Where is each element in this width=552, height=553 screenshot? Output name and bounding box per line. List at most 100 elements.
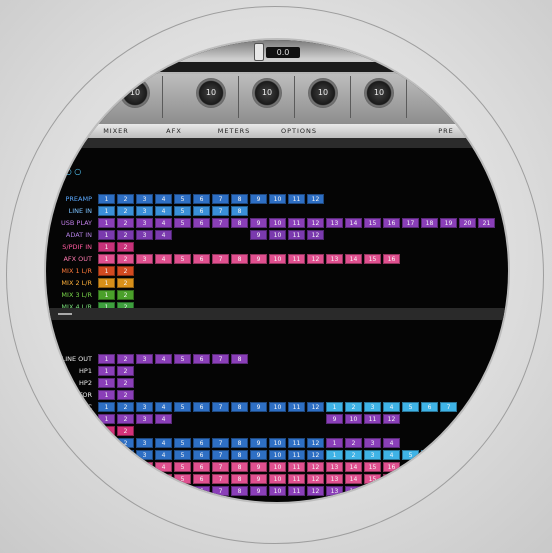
channel-cell[interactable]: 1 <box>98 218 115 228</box>
channel-cell[interactable]: 8 <box>231 486 248 496</box>
channel-cell[interactable]: 11 <box>288 194 305 204</box>
channel-cell[interactable]: 7 <box>212 474 229 484</box>
channel-cell[interactable]: 12 <box>307 230 324 240</box>
channel-cell[interactable]: 14 <box>345 218 362 228</box>
channel-cell[interactable]: 7 <box>212 402 229 412</box>
master-fader-handle[interactable] <box>254 43 264 61</box>
channel-cell[interactable]: 5 <box>174 486 191 496</box>
channel-cell[interactable]: 4 <box>155 486 172 496</box>
channel-cell[interactable]: 2 <box>117 206 134 216</box>
channel-cell[interactable]: 2 <box>117 242 134 252</box>
channel-cell[interactable]: 10 <box>345 414 362 424</box>
channel-cell[interactable]: 9 <box>250 486 267 496</box>
channel-cell[interactable]: 12 <box>307 486 324 496</box>
channel-cell[interactable]: 2 <box>117 450 134 460</box>
preamp-gain-knob[interactable]: 10 <box>252 78 282 108</box>
channel-cell[interactable]: 3 <box>136 474 153 484</box>
channel-cell[interactable]: 8 <box>231 194 248 204</box>
channel-cell[interactable]: 5 <box>174 254 191 264</box>
channel-cell[interactable]: 12 <box>307 194 324 204</box>
channel-cell[interactable]: 6 <box>421 450 438 460</box>
channel-cell[interactable]: 4 <box>155 462 172 472</box>
channel-cell[interactable]: 14 <box>345 486 362 496</box>
channel-cell[interactable]: 2 <box>117 486 134 496</box>
channel-cell[interactable]: 9 <box>250 402 267 412</box>
channel-cell[interactable]: 14 <box>345 474 362 484</box>
channel-cell[interactable]: 5 <box>402 402 419 412</box>
channel-cell[interactable]: 4 <box>155 218 172 228</box>
channel-cell[interactable]: 12 <box>307 462 324 472</box>
channel-cell[interactable]: 6 <box>421 402 438 412</box>
channel-cell[interactable]: 13 <box>326 218 343 228</box>
channel-cell[interactable]: 12 <box>307 218 324 228</box>
channel-cell[interactable]: 11 <box>364 414 381 424</box>
channel-cell[interactable]: 6 <box>193 486 210 496</box>
channel-cell[interactable]: 2 <box>117 390 134 400</box>
channel-cell[interactable]: 1 <box>98 390 115 400</box>
channel-cell[interactable]: 11 <box>288 486 305 496</box>
channel-cell[interactable]: 3 <box>136 218 153 228</box>
channel-cell[interactable]: 3 <box>136 230 153 240</box>
channel-cell[interactable]: 3 <box>136 206 153 216</box>
channel-cell[interactable]: 7 <box>212 254 229 264</box>
channel-cell[interactable]: 12 <box>307 450 324 460</box>
preamp-gain-knob[interactable]: 10 <box>364 78 394 108</box>
channel-cell[interactable]: 1 <box>98 366 115 376</box>
channel-cell[interactable]: 7 <box>440 402 457 412</box>
channel-cell[interactable]: 5 <box>174 450 191 460</box>
channel-cell[interactable]: 1 <box>98 206 115 216</box>
channel-cell[interactable]: 2 <box>345 450 362 460</box>
channel-cell[interactable]: 3 <box>136 194 153 204</box>
channel-cell[interactable]: 11 <box>288 462 305 472</box>
channel-cell[interactable]: 2 <box>345 402 362 412</box>
channel-cell[interactable]: 4 <box>155 354 172 364</box>
channel-cell[interactable]: 2 <box>345 438 362 448</box>
channel-cell[interactable]: 10 <box>269 462 286 472</box>
channel-cell[interactable]: 15 <box>364 218 381 228</box>
channel-cell[interactable]: 1 <box>98 450 115 460</box>
channel-cell[interactable]: 3 <box>364 450 381 460</box>
channel-cell[interactable]: 13 <box>326 474 343 484</box>
channel-cell[interactable]: 12 <box>307 402 324 412</box>
channel-cell[interactable]: 16 <box>383 486 400 496</box>
channel-cell[interactable]: 10 <box>269 230 286 240</box>
channel-cell[interactable]: 7 <box>212 206 229 216</box>
channel-cell[interactable]: 2 <box>117 354 134 364</box>
channel-cell[interactable]: 3 <box>136 402 153 412</box>
channel-cell[interactable]: 3 <box>136 354 153 364</box>
channel-cell[interactable]: 11 <box>288 474 305 484</box>
channel-cell[interactable]: 9 <box>250 438 267 448</box>
channel-cell[interactable]: 5 <box>402 450 419 460</box>
channel-cell[interactable]: 1 <box>98 426 115 436</box>
channel-cell[interactable]: 6 <box>193 354 210 364</box>
channel-cell[interactable]: 10 <box>269 218 286 228</box>
channel-cell[interactable]: 2 <box>117 438 134 448</box>
channel-cell[interactable]: 7 <box>212 462 229 472</box>
tab-blank[interactable] <box>332 124 407 138</box>
channel-cell[interactable]: 12 <box>307 254 324 264</box>
channel-cell[interactable]: 12 <box>307 438 324 448</box>
collapse-arrow-icon[interactable] <box>58 313 72 315</box>
channel-cell[interactable]: 16 <box>383 254 400 264</box>
channel-cell[interactable]: 1 <box>98 194 115 204</box>
channel-cell[interactable]: 14 <box>345 462 362 472</box>
channel-cell[interactable]: 3 <box>364 438 381 448</box>
channel-cell[interactable]: 4 <box>155 230 172 240</box>
channel-cell[interactable]: 1 <box>98 266 115 276</box>
channel-cell[interactable]: 11 <box>288 218 305 228</box>
channel-cell[interactable]: 2 <box>117 230 134 240</box>
channel-cell[interactable]: 11 <box>288 402 305 412</box>
channel-cell[interactable]: 5 <box>174 474 191 484</box>
channel-cell[interactable]: 7 <box>212 354 229 364</box>
channel-cell[interactable]: 6 <box>193 474 210 484</box>
channel-cell[interactable]: 4 <box>383 450 400 460</box>
channel-cell[interactable]: 17 <box>402 218 419 228</box>
channel-cell[interactable]: 10 <box>269 402 286 412</box>
channel-cell[interactable]: 5 <box>174 402 191 412</box>
channel-cell[interactable]: 2 <box>117 462 134 472</box>
channel-cell[interactable]: 1 <box>98 278 115 288</box>
channel-cell[interactable]: 9 <box>250 450 267 460</box>
channel-cell[interactable]: 1 <box>98 290 115 300</box>
channel-cell[interactable]: 16 <box>383 218 400 228</box>
channel-cell[interactable]: 1 <box>326 438 343 448</box>
